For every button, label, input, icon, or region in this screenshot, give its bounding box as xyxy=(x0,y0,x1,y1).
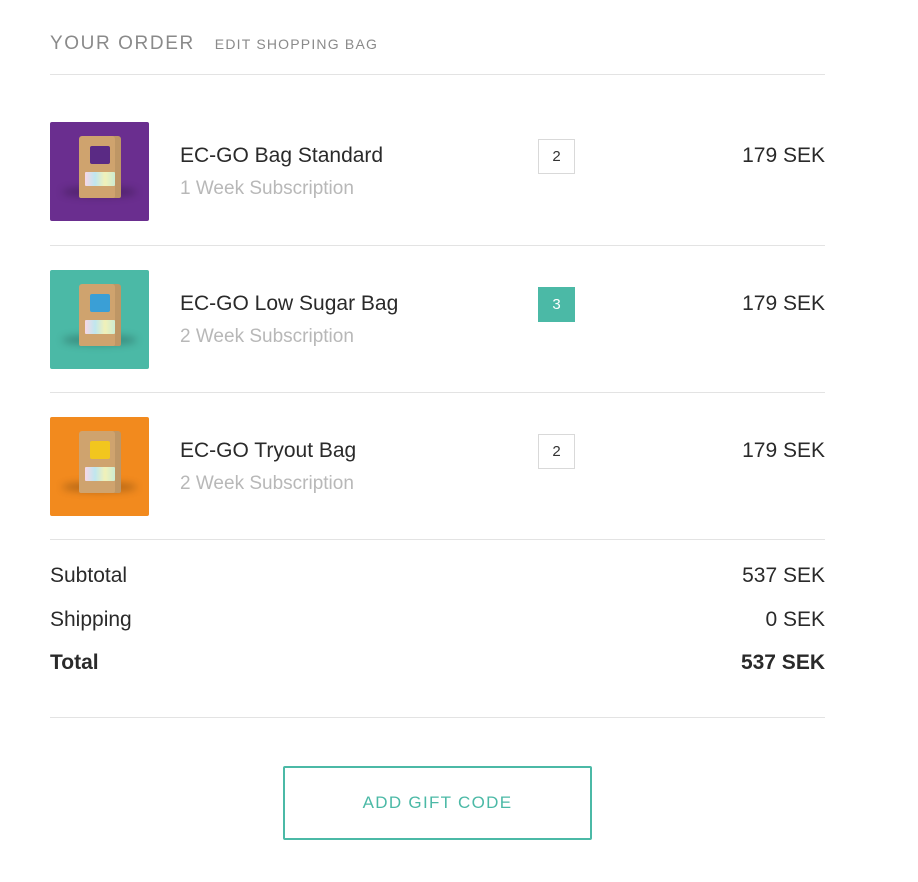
item-price: 179 SEK xyxy=(742,144,825,167)
product-name: EC-GO Low Sugar Bag xyxy=(180,292,399,315)
order-header: YOUR ORDER EDIT SHOPPING BAG xyxy=(50,0,825,75)
subscription-label: 2 Week Subscription xyxy=(180,473,354,494)
gift-code-section: ADD GIFT CODE xyxy=(50,718,825,840)
bag-label-graphic xyxy=(90,146,110,164)
bag-window-graphic xyxy=(85,467,115,481)
order-totals: Subtotal 537 SEK Shipping 0 SEK Total 53… xyxy=(50,540,825,718)
list-item: EC-GO Bag Standard 1 Week Subscription 2… xyxy=(50,75,825,246)
edit-shopping-bag-link[interactable]: EDIT SHOPPING BAG xyxy=(215,36,378,52)
subtotal-row: Subtotal 537 SEK xyxy=(50,564,825,608)
shipping-row: Shipping 0 SEK xyxy=(50,608,825,652)
bag-window-graphic xyxy=(85,172,115,186)
list-item: EC-GO Tryout Bag 2 Week Subscription 2 1… xyxy=(50,393,825,540)
shipping-label: Shipping xyxy=(50,607,132,631)
bag-icon xyxy=(79,136,121,198)
bag-icon xyxy=(79,284,121,346)
add-gift-code-button[interactable]: ADD GIFT CODE xyxy=(283,765,592,840)
subscription-label: 2 Week Subscription xyxy=(180,326,354,347)
total-label: Total xyxy=(50,651,99,674)
quantity-box[interactable]: 2 xyxy=(538,139,575,174)
page-title: YOUR ORDER xyxy=(50,33,195,54)
order-summary: YOUR ORDER EDIT SHOPPING BAG EC-GO Bag S… xyxy=(50,0,825,840)
subtotal-label: Subtotal xyxy=(50,564,128,587)
item-price: 179 SEK xyxy=(742,292,825,315)
bag-icon xyxy=(79,431,121,493)
product-image xyxy=(50,122,149,221)
quantity-box[interactable]: 3 xyxy=(538,287,575,322)
product-name: EC-GO Tryout Bag xyxy=(180,439,357,462)
bag-label-graphic xyxy=(90,441,110,459)
shipping-value: 0 SEK xyxy=(765,607,825,631)
product-image xyxy=(50,270,149,369)
product-image xyxy=(50,417,149,516)
bag-window-graphic xyxy=(85,320,115,334)
subscription-label: 1 Week Subscription xyxy=(180,178,354,199)
total-row: Total 537 SEK xyxy=(50,651,825,695)
product-name: EC-GO Bag Standard xyxy=(180,144,384,167)
bag-label-graphic xyxy=(90,294,110,312)
list-item: EC-GO Low Sugar Bag 2 Week Subscription … xyxy=(50,246,825,393)
total-value: 537 SEK xyxy=(740,651,825,674)
quantity-box[interactable]: 2 xyxy=(538,434,575,469)
order-items-list: EC-GO Bag Standard 1 Week Subscription 2… xyxy=(50,75,825,540)
item-price: 179 SEK xyxy=(742,439,825,462)
subtotal-value: 537 SEK xyxy=(742,564,825,587)
